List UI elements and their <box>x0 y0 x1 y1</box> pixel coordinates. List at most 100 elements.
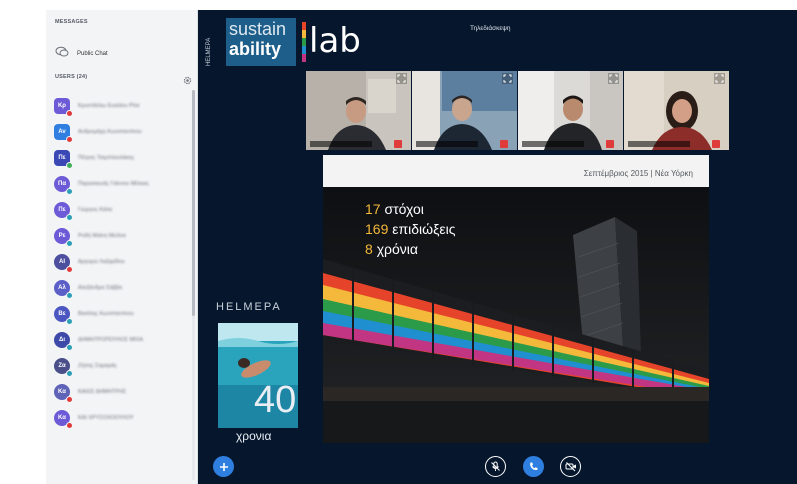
camera-off-icon <box>565 462 576 472</box>
users-heading: USERS (24) <box>55 74 88 80</box>
user-list-item[interactable]: Κα ΚΑΙΩΣ ΔΗΜΗΤΡΗΣ <box>54 379 190 405</box>
avatar: Κρ <box>54 98 73 117</box>
participant-name-tag <box>628 141 690 147</box>
phone-icon <box>530 462 538 471</box>
targets-number: 169 <box>365 221 389 237</box>
status-indicator <box>66 214 73 221</box>
fullscreen-icon[interactable] <box>502 73 513 84</box>
avatar: Αν <box>54 124 73 143</box>
plus-icon <box>219 462 228 471</box>
add-button[interactable] <box>213 456 234 477</box>
user-name: ΚΑΙ ΧΡΥΣΟΧΟΟΥΛΟΥ <box>78 415 134 421</box>
microphone-off-icon <box>606 140 614 148</box>
helmepa-vertical-label: HELMEPA <box>206 38 212 66</box>
user-name: ΚΑΙΩΣ ΔΗΜΗΤΡΗΣ <box>78 389 127 395</box>
main-stage: HELMEPA sustain ability lab Τηλεδιάσκεψη <box>198 10 797 484</box>
user-list-item[interactable]: Βε Βασίλης Κωνσταντίνου <box>54 301 190 327</box>
user-list-item[interactable]: Πα Παρασκευάς Γιάννου Μέλκας <box>54 171 190 197</box>
anniversary-number: 40 <box>254 379 297 421</box>
user-name: Γιώργος Κάλα <box>78 207 113 213</box>
user-list-item[interactable]: ΑΙ Αργυρώ Λαζαρίδου <box>54 249 190 275</box>
audio-button[interactable] <box>523 456 544 477</box>
users-scrollbar[interactable] <box>192 90 195 480</box>
participant-name-tag <box>522 141 584 147</box>
user-list-item[interactable]: Ζα Ζήσης Σαμαράς <box>54 353 190 379</box>
status-indicator <box>66 266 73 273</box>
user-name: Ανδρομάχη Κωνσταντίνου <box>78 129 142 135</box>
user-name: Αργυρώ Λαζαρίδου <box>78 259 125 265</box>
participant-name-tag <box>310 141 372 147</box>
svg-text:HELMEPA: HELMEPA <box>206 38 212 66</box>
user-list-item[interactable]: Ρε Ροδή Μαίνη Μελίνα <box>54 223 190 249</box>
user-list-item[interactable]: Κρ Κρυστάλλω Ευαλίου Ρίτα <box>54 93 190 119</box>
sidebar: MESSAGES Public Chat USERS (24) Κρ Κρυστά… <box>46 10 198 484</box>
conference-app: MESSAGES Public Chat USERS (24) Κρ Κρυστά… <box>0 0 797 484</box>
fullscreen-icon[interactable] <box>714 73 725 84</box>
status-indicator <box>66 188 73 195</box>
avatar: Πα <box>54 176 73 195</box>
logo-ability-text: ability <box>229 39 282 59</box>
helmepa-brand: HELMEPA <box>216 301 282 313</box>
user-list-item[interactable]: Πε Γιώργος Κάλα <box>54 197 190 223</box>
webcam-tile-4[interactable] <box>624 71 729 150</box>
fullscreen-icon[interactable] <box>396 73 407 84</box>
avatar: ΑΙ <box>54 254 73 273</box>
user-list-item[interactable]: Πε Πέτρος Τσιμπλουλάκης <box>54 145 190 171</box>
user-name: ΔΗΜΗΤΡΟΠΟΥΛΟΣ ΜΙΧΑ <box>78 337 144 343</box>
webcam-tile-2[interactable] <box>412 71 517 150</box>
status-indicator <box>66 292 73 299</box>
chat-bubble-icon <box>55 45 69 63</box>
status-indicator <box>66 370 73 377</box>
status-indicator <box>66 136 73 143</box>
user-list-item[interactable]: Κα ΚΑΙ ΧΡΥΣΟΧΟΟΥΛΟΥ <box>54 405 190 431</box>
participant-name-tag <box>416 141 478 147</box>
years-number: 8 <box>365 241 373 257</box>
gear-icon[interactable] <box>183 72 192 85</box>
user-list-item[interactable]: Αν Ανδρομάχη Κωνσταντίνου <box>54 119 190 145</box>
webcam-tile-1[interactable] <box>306 71 411 150</box>
status-indicator <box>66 162 73 169</box>
avatar: Ζα <box>54 358 73 377</box>
user-name: Βασίλης Κωνσταντίνου <box>78 311 134 317</box>
slide-caption: Σεπτέμβριος 2015 | Νέα Υόρκη <box>583 169 693 178</box>
avatar: Πε <box>54 202 73 221</box>
user-name: Πέτρος Τσιμπλουλάκης <box>78 155 135 161</box>
logo-color-bar <box>302 22 306 62</box>
status-indicator <box>66 318 73 325</box>
messages-heading: MESSAGES <box>55 19 88 25</box>
avatar: Κα <box>54 410 73 429</box>
user-name: Κρυστάλλω Ευαλίου Ρίτα <box>78 103 140 109</box>
status-indicator <box>66 422 73 429</box>
years-text: χρόνια <box>376 241 418 257</box>
public-chat-button[interactable]: Public Chat <box>52 44 192 64</box>
avatar: Πε <box>54 150 73 169</box>
user-list-item[interactable]: Δι ΔΗΜΗΤΡΟΠΟΥΛΟΣ ΜΙΧΑ <box>54 327 190 353</box>
avatar: Δι <box>54 332 73 351</box>
targets-line: 169 επιδιώξεις <box>365 221 455 237</box>
status-indicator <box>66 344 73 351</box>
video-button[interactable] <box>560 456 581 477</box>
user-name: Ζήσης Σαμαράς <box>78 363 117 369</box>
goals-number: 17 <box>365 201 381 217</box>
status-indicator <box>66 396 73 403</box>
user-list-item[interactable]: Αλ Αλεξάνδρα Σάββα <box>54 275 190 301</box>
public-chat-label: Public Chat <box>77 51 108 57</box>
anniversary-word: χρονια <box>236 429 272 443</box>
presentation-slide: Σεπτέμβριος 2015 | Νέα Υόρκη 17 στόχοι 1… <box>323 155 709 443</box>
microphone-off-icon <box>500 140 508 148</box>
user-name: Παρασκευάς Γιάννου Μέλκας <box>78 181 150 187</box>
avatar: Ρε <box>54 228 73 247</box>
logo-lab-text: lab <box>309 21 361 61</box>
user-name: Αλεξάνδρα Σάββα <box>78 285 123 291</box>
webcam-tile-3[interactable] <box>518 71 623 150</box>
avatar: Βε <box>54 306 73 325</box>
users-list: Κρ Κρυστάλλω Ευαλίου Ρίτα Αν Ανδρομάχη Κωνσ… <box>54 93 190 431</box>
goals-line: 17 στόχοι <box>365 201 424 217</box>
microphone-off-icon <box>712 140 720 148</box>
mute-button[interactable] <box>485 456 506 477</box>
goals-text: στόχοι <box>384 201 424 217</box>
fullscreen-icon[interactable] <box>608 73 619 84</box>
scrollbar-thumb[interactable] <box>192 90 195 316</box>
meeting-title: Τηλεδιάσκεψη <box>470 25 511 32</box>
helmepa-anniversary-ad: HELMEPA 40 χρονια <box>216 301 300 449</box>
